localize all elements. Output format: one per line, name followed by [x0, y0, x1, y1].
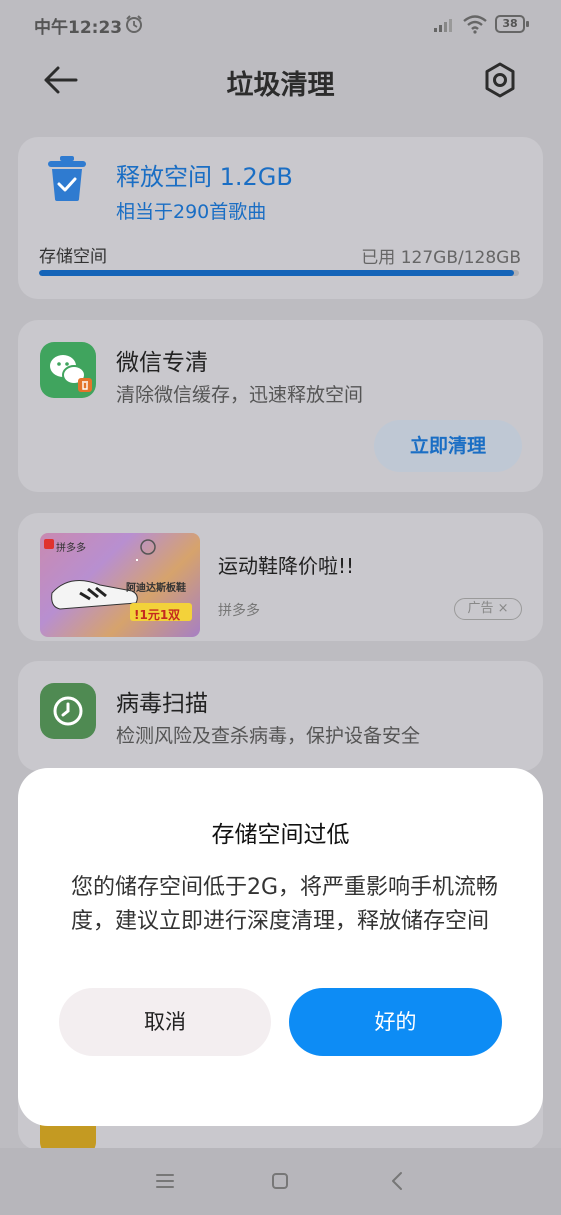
release-space-text: 释放空间 1.2GB — [116, 163, 293, 191]
virus-scan-description: 检测风险及查杀病毒，保护设备安全 — [116, 725, 421, 747]
wechat-description: 清除微信缓存，迅速释放空间 — [116, 384, 364, 406]
ad-image-product: 阿迪达斯板鞋 — [126, 583, 186, 594]
alarm-icon — [126, 15, 142, 33]
wechat-clean-card[interactable]: 微信专清 清除微信缓存，迅速释放空间 立即清理 — [18, 320, 543, 492]
storage-card: 释放空间 1.2GB 相当于290首歌曲 存储空间 已用 127GB/128GB — [18, 137, 543, 299]
status-time: 中午12:23 — [34, 18, 123, 38]
wechat-title: 微信专清 — [116, 350, 208, 376]
ad-card[interactable]: 拼多多 阿迪达斯板鞋 !1元1双 运动鞋降价啦!! 拼多多 广告 × — [18, 513, 543, 641]
low-storage-dialog: 存储空间过低 您的储存空间低于2G，将严重影响手机流畅度，建议立即进行深度清理，… — [18, 768, 543, 1126]
storage-progress-bar — [39, 270, 519, 276]
ad-image-price: !1元1双 — [134, 608, 181, 622]
battery-icon: 38 — [495, 15, 529, 33]
signal-icon — [434, 19, 452, 32]
battery-level: 38 — [495, 15, 525, 33]
ad-title: 运动鞋降价啦!! — [218, 554, 355, 578]
back-icon[interactable] — [390, 1171, 404, 1191]
cancel-button[interactable]: 取消 — [59, 988, 271, 1056]
virus-scan-title: 病毒扫描 — [116, 691, 208, 717]
status-bar: 中午12:23 38 — [0, 0, 561, 48]
home-icon[interactable] — [271, 1172, 289, 1190]
page-title: 垃圾清理 — [226, 70, 335, 101]
dialog-message: 您的储存空间低于2G，将严重影响手机流畅度，建议立即进行深度清理，释放储存空间 — [71, 875, 499, 934]
storage-label: 存储空间 — [39, 247, 107, 267]
virus-scan-card[interactable]: 病毒扫描 检测风险及查杀病毒，保护设备安全 — [18, 661, 543, 771]
wechat-icon — [40, 342, 96, 398]
wifi-icon — [463, 15, 487, 34]
virus-scan-icon — [40, 683, 96, 739]
ad-image[interactable]: 拼多多 阿迪达斯板鞋 !1元1双 — [40, 533, 200, 637]
ad-close-badge[interactable]: 广告 × — [454, 598, 522, 620]
storage-progress-fill — [39, 270, 515, 276]
dialog-title: 存储空间过低 — [211, 822, 350, 848]
ad-image-brand: 拼多多 — [56, 543, 86, 554]
app-header: 垃圾清理 — [0, 48, 561, 112]
system-nav-bar — [0, 1148, 561, 1215]
battery-tip — [526, 21, 529, 27]
menu-icon[interactable] — [155, 1172, 175, 1190]
clean-now-button[interactable]: 立即清理 — [374, 420, 522, 472]
ad-source: 拼多多 — [218, 603, 260, 619]
trash-icon — [48, 156, 86, 201]
settings-icon[interactable] — [480, 60, 520, 100]
equivalent-songs-text: 相当于290首歌曲 — [116, 201, 267, 223]
storage-used-text: 已用 127GB/128GB — [361, 248, 521, 268]
ok-button[interactable]: 好的 — [289, 988, 502, 1056]
